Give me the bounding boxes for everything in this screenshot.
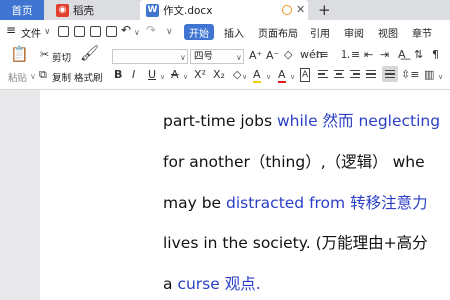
text-run: 然而 bbox=[322, 112, 359, 130]
close-tab-icon[interactable]: ✕ bbox=[296, 3, 305, 16]
new-tab-button[interactable]: + bbox=[318, 1, 331, 19]
tab-insert[interactable]: 插入 bbox=[224, 25, 244, 40]
save-icon[interactable] bbox=[58, 26, 69, 37]
font-color-button[interactable]: A bbox=[278, 69, 286, 83]
tab-draft[interactable]: ◉ 稻壳 bbox=[52, 0, 136, 20]
tab-page-layout[interactable]: 页面布局 bbox=[258, 25, 298, 40]
paragraph-shading-icon[interactable]: ▥ bbox=[424, 69, 434, 81]
tab-home[interactable]: 首页 bbox=[0, 0, 44, 20]
decrease-font-icon[interactable]: A⁻ bbox=[266, 50, 279, 62]
line-spacing-icon[interactable]: ⇳≡ bbox=[401, 69, 419, 81]
document-line[interactable]: lives in the society. (万能理由+高分 bbox=[163, 231, 428, 253]
text-run: 逻辑 bbox=[341, 153, 373, 171]
numbered-list-icon[interactable]: ⒈≡ bbox=[340, 49, 360, 61]
eraser-dropdown-icon[interactable]: ∨ bbox=[242, 71, 247, 83]
decrease-indent-icon[interactable]: ⇤ bbox=[364, 49, 373, 61]
redo-icon[interactable]: ↷ bbox=[146, 23, 156, 37]
paste-dropdown-icon[interactable]: ∨ bbox=[30, 71, 36, 83]
document-area: part-time jobs while 然而 neglecting for an… bbox=[0, 90, 450, 300]
tab-section[interactable]: 章节 bbox=[412, 25, 432, 40]
word-doc-icon: W bbox=[146, 3, 159, 17]
text-run: part-time jobs bbox=[163, 112, 277, 130]
text-run: 观点. bbox=[224, 275, 261, 293]
ribbon-toolbar: 📋 粘贴 ∨ ✂ 剪切 ⧉ 复制 🖌 格式刷 ∨ 四号 ∨ A⁺ A⁻ ◇ wé… bbox=[0, 44, 450, 90]
print-preview-icon[interactable] bbox=[106, 26, 117, 37]
text-run: 转移注意力 bbox=[350, 194, 428, 212]
scissors-icon[interactable]: ✂ bbox=[40, 49, 49, 61]
text-run: for another（thing）,（ bbox=[163, 153, 342, 171]
format-painter-button[interactable]: 格式刷 bbox=[74, 70, 103, 84]
text-run: lives in the society. ( bbox=[163, 234, 322, 252]
show-marks-icon[interactable]: ¶ bbox=[432, 49, 439, 61]
tab-reference[interactable]: 引用 bbox=[310, 25, 330, 40]
align-right-icon[interactable] bbox=[350, 70, 360, 80]
text-run: 万能理由+高分 bbox=[321, 234, 428, 252]
copy-icon[interactable]: ⧉ bbox=[39, 69, 47, 81]
highlight-button[interactable]: A bbox=[253, 69, 261, 83]
sort-icon[interactable]: ⇅ bbox=[414, 49, 423, 61]
subscript-button[interactable]: X₂ bbox=[213, 69, 225, 81]
bullet-list-icon[interactable]: ⁝≡ bbox=[316, 49, 329, 61]
text-run: neglecting bbox=[358, 112, 441, 130]
paste-icon[interactable]: 📋 bbox=[10, 47, 29, 62]
font-size-dropdown-icon[interactable]: ∨ bbox=[236, 52, 242, 64]
document-line[interactable]: part-time jobs while 然而 neglecting bbox=[163, 109, 440, 131]
highlight-dropdown-icon[interactable]: ∨ bbox=[266, 71, 271, 83]
underline-button[interactable]: U bbox=[148, 69, 156, 81]
undo-icon[interactable]: ↶ bbox=[121, 23, 131, 37]
paste-button[interactable]: 粘贴 bbox=[8, 70, 27, 84]
document-line[interactable]: may be distracted from 转移注意力 bbox=[163, 191, 428, 213]
text-run: curse bbox=[177, 275, 225, 293]
tab-view[interactable]: 视图 bbox=[378, 25, 398, 40]
tab-home-label: 首页 bbox=[11, 4, 33, 17]
strikethrough-button[interactable]: A bbox=[171, 69, 179, 81]
document-line[interactable]: for another（thing）,（逻辑） whe bbox=[163, 150, 425, 172]
align-left-icon[interactable] bbox=[318, 70, 328, 80]
increase-font-icon[interactable]: A⁺ bbox=[249, 50, 262, 62]
font-name-dropdown-icon[interactable]: ∨ bbox=[180, 52, 186, 64]
tab-review[interactable]: 审阅 bbox=[344, 25, 364, 40]
tab-bar: 首页 ◉ 稻壳 W 作文.docx ✕ + bbox=[0, 0, 450, 20]
chevron-down-icon[interactable]: ∨ bbox=[44, 27, 51, 37]
increase-indent-icon[interactable]: ⇥ bbox=[380, 49, 389, 61]
align-justify-icon[interactable] bbox=[366, 70, 376, 80]
chinese-layout-icon[interactable]: A͟ bbox=[398, 49, 406, 61]
undo-dropdown-icon[interactable]: ∨ bbox=[134, 28, 140, 37]
copy-button[interactable]: 复制 bbox=[52, 70, 71, 84]
shading-dropdown-icon[interactable]: ∨ bbox=[438, 71, 443, 83]
eraser-icon[interactable]: ◇ bbox=[233, 69, 241, 81]
text-run: ） whe bbox=[372, 153, 425, 171]
clear-format-icon[interactable]: ◇ bbox=[284, 49, 292, 61]
align-distributed-icon[interactable] bbox=[385, 70, 395, 80]
italic-button[interactable]: I bbox=[132, 69, 135, 81]
text-run: while bbox=[276, 112, 323, 130]
format-painter-icon[interactable]: 🖌 bbox=[80, 46, 99, 61]
unsaved-indicator-icon bbox=[282, 5, 292, 15]
text-run: a bbox=[163, 275, 178, 293]
text-run: may be bbox=[163, 194, 226, 212]
menu-bar: ≡ 文件 ∨ ↶ ∨ ↷ ∨ 开始 插入 页面布局 引用 审阅 视图 章节 bbox=[0, 20, 450, 44]
superscript-button[interactable]: X² bbox=[194, 69, 206, 81]
text-run: distracted from bbox=[226, 194, 351, 212]
draft-icon: ◉ bbox=[56, 3, 69, 17]
cut-button[interactable]: 剪切 bbox=[52, 50, 71, 64]
quick-access-chevron-icon[interactable]: ∨ bbox=[166, 27, 173, 37]
strikethrough-dropdown-icon[interactable]: ∨ bbox=[183, 71, 188, 83]
font-name-select[interactable] bbox=[112, 49, 188, 64]
hamburger-menu-icon[interactable]: ≡ bbox=[6, 23, 16, 37]
menu-file[interactable]: 文件 bbox=[21, 25, 41, 40]
underline-dropdown-icon[interactable]: ∨ bbox=[160, 71, 165, 83]
bold-button[interactable]: B bbox=[114, 69, 122, 81]
align-center-icon[interactable] bbox=[334, 70, 344, 80]
print-icon[interactable] bbox=[90, 26, 101, 37]
export-pdf-icon[interactable] bbox=[74, 26, 85, 37]
tab-document-label: 作文.docx bbox=[163, 4, 213, 17]
document-line[interactable]: a curse 观点. bbox=[163, 272, 261, 294]
tab-draft-label: 稻壳 bbox=[73, 4, 94, 17]
tab-start[interactable]: 开始 bbox=[184, 24, 214, 40]
char-border-button[interactable]: A bbox=[300, 68, 311, 82]
font-color-dropdown-icon[interactable]: ∨ bbox=[290, 71, 295, 83]
